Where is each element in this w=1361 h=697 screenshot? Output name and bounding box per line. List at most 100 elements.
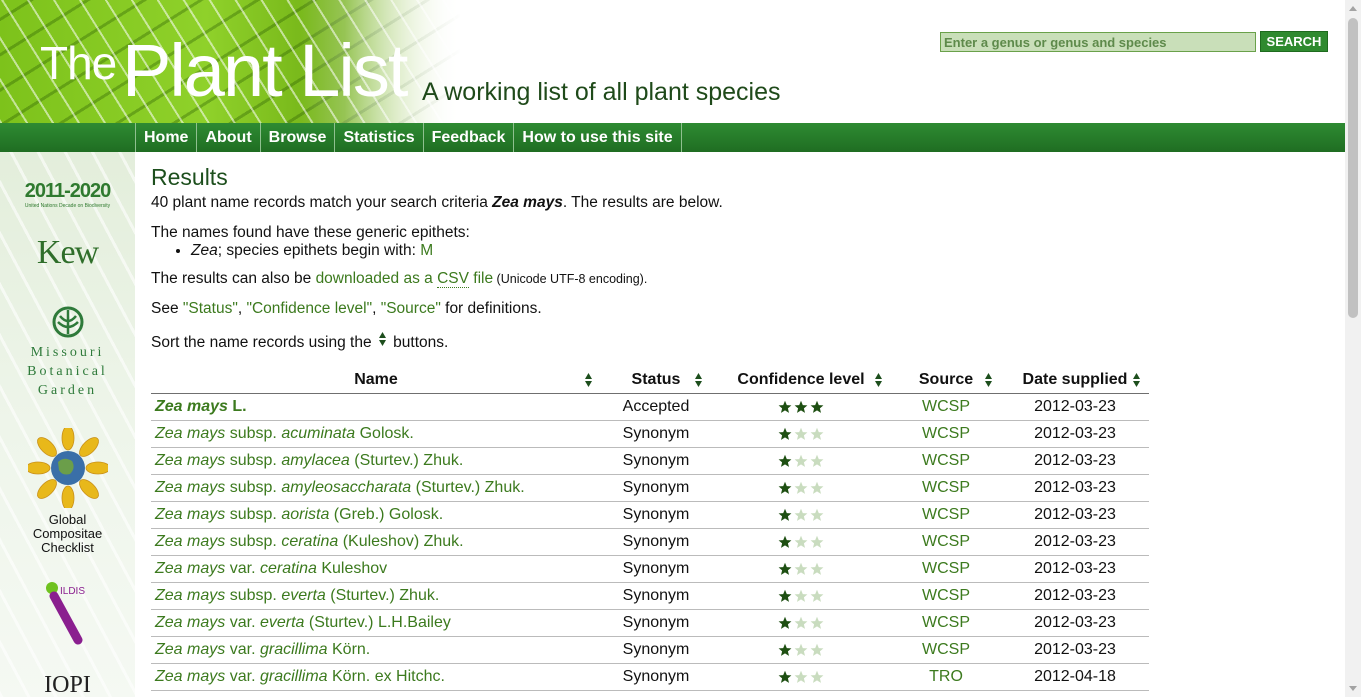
- source-link[interactable]: WCSP: [922, 560, 970, 577]
- table-row: Zea mays subsp. acuminata Golosk. Synonym…: [151, 420, 1149, 448]
- cell-status: Synonym: [601, 663, 711, 691]
- plant-name-link[interactable]: Zea mays subsp. acuminata Golosk.: [155, 425, 414, 442]
- star-empty-icon: [810, 670, 824, 683]
- csv-abbr: CSV: [437, 270, 469, 288]
- name-author: Kuleshov: [321, 560, 388, 577]
- name-genus: Zea: [155, 560, 183, 577]
- star-filled-icon: [778, 589, 792, 602]
- source-link[interactable]: WCSP: [922, 479, 970, 496]
- table-row: Zea mays var. gracillima Körn. ex Hitchc…: [151, 663, 1149, 691]
- scroll-up-arrow-icon[interactable]: [1349, 6, 1357, 11]
- cell-source: WCSP: [891, 447, 1001, 475]
- ildis-logo[interactable]: ILDIS: [0, 580, 135, 655]
- plant-name-link[interactable]: Zea mays var. ceratina Kuleshov: [155, 560, 387, 577]
- name-author: (Sturtev.) Zhuk.: [415, 479, 525, 496]
- star-empty-icon: [810, 454, 824, 467]
- kew-logo[interactable]: Kew: [0, 234, 135, 272]
- name-rank: subsp.: [229, 452, 277, 469]
- cell-confidence: [711, 501, 891, 529]
- scrollbar-thumb[interactable]: [1348, 18, 1358, 318]
- star-filled-icon: [778, 643, 792, 656]
- main-content: Results 40 plant name records match your…: [151, 163, 1151, 354]
- source-link[interactable]: WCSP: [922, 641, 970, 658]
- sort-source-icon[interactable]: [984, 372, 993, 388]
- page-scrollbar[interactable]: [1345, 0, 1361, 697]
- name-genus: Zea: [155, 533, 183, 550]
- plant-name-link[interactable]: Zea mays var. gracillima Körn. ex Hitchc…: [155, 668, 445, 685]
- download-text: The results can also be downloaded as a …: [151, 268, 1151, 290]
- source-link[interactable]: WCSP: [922, 425, 970, 442]
- source-link[interactable]: WCSP: [922, 452, 970, 469]
- ildis-emblem-icon: ILDIS: [45, 582, 85, 645]
- nav-statistics[interactable]: Statistics: [335, 123, 424, 152]
- scroll-down-arrow-icon[interactable]: [1349, 686, 1357, 691]
- logo-the[interactable]: The: [40, 36, 117, 90]
- undb-logo-text: 2011-2020: [24, 180, 112, 202]
- name-author: L.: [232, 398, 247, 415]
- plant-name-link[interactable]: Zea mays subsp. ceratina (Kuleshov) Zhuk…: [155, 533, 464, 550]
- plant-name-link[interactable]: Zea mays subsp. amylacea (Sturtev.) Zhuk…: [155, 452, 463, 469]
- tagline: A working list of all plant species: [422, 78, 781, 106]
- mbg-line-3: Garden: [37, 383, 98, 398]
- download-link-text-b: file: [468, 270, 494, 287]
- nav-about[interactable]: About: [197, 123, 261, 152]
- name-species: mays: [187, 452, 226, 469]
- source-link[interactable]: WCSP: [922, 587, 970, 604]
- global-compositae-checklist-logo[interactable]: Global Compositae Checklist: [0, 425, 135, 555]
- cell-source: TRO: [891, 663, 1001, 691]
- count-prefix: 40 plant name records match your search …: [151, 194, 493, 211]
- plant-name-link[interactable]: Zea mays var. gracillima Körn.: [155, 641, 370, 658]
- sort-name-icon[interactable]: [584, 372, 593, 388]
- plant-name-link[interactable]: Zea mays subsp. everta (Sturtev.) Zhuk.: [155, 587, 439, 604]
- nav-feedback[interactable]: Feedback: [424, 123, 515, 152]
- name-rank: subsp.: [229, 479, 277, 496]
- iopi-logo[interactable]: IOPI: [0, 672, 135, 697]
- sort-date-icon[interactable]: [1132, 372, 1141, 388]
- confidence-definition-link[interactable]: "Confidence level": [246, 300, 372, 317]
- nav-how-to-use[interactable]: How to use this site: [514, 123, 682, 152]
- sort-confidence-icon[interactable]: [874, 372, 883, 388]
- nav-home[interactable]: Home: [136, 123, 198, 152]
- star-empty-icon: [794, 481, 808, 494]
- name-infraspecific: gracillima: [259, 641, 328, 658]
- plant-name-link[interactable]: Zea mays subsp. amyleosaccharata (Sturte…: [155, 479, 525, 496]
- gcc-line-2: Compositae: [32, 526, 103, 541]
- source-link[interactable]: WCSP: [922, 506, 970, 523]
- nav-browse[interactable]: Browse: [261, 123, 336, 152]
- cell-date: 2012-04-18: [1001, 663, 1149, 691]
- search-input[interactable]: [940, 32, 1256, 52]
- status-definition-link[interactable]: "Status": [183, 300, 238, 317]
- cell-date: 2012-03-23: [1001, 393, 1149, 421]
- name-infraspecific: amyleosaccharata: [281, 479, 412, 496]
- plant-name-link[interactable]: Zea mays subsp. aorista (Greb.) Golosk.: [155, 506, 443, 523]
- star-empty-icon: [794, 535, 808, 548]
- plant-name-link[interactable]: Zea mays var. everta (Sturtev.) L.H.Bail…: [155, 614, 451, 631]
- column-header-label: Confidence level: [737, 370, 865, 388]
- count-suffix: . The results are below.: [562, 194, 723, 211]
- cell-date: 2012-03-23: [1001, 528, 1149, 556]
- search-button[interactable]: SEARCH: [1260, 31, 1328, 52]
- name-species: mays: [187, 425, 226, 442]
- see-suffix: for definitions.: [440, 300, 542, 317]
- name-infraspecific: acuminata: [281, 425, 356, 442]
- confidence-stars: [777, 508, 825, 522]
- species-letter-link[interactable]: M: [420, 242, 433, 259]
- source-link[interactable]: WCSP: [922, 533, 970, 550]
- cell-date: 2012-03-23: [1001, 474, 1149, 502]
- cell-status: Synonym: [601, 609, 711, 637]
- cell-date: 2012-03-23: [1001, 447, 1149, 475]
- download-csv-link[interactable]: downloaded as a CSV file: [316, 270, 494, 288]
- source-definition-link[interactable]: "Source": [381, 300, 441, 317]
- sort-status-icon[interactable]: [694, 372, 703, 388]
- source-link[interactable]: WCSP: [922, 398, 970, 415]
- name-author: Körn.: [332, 641, 371, 658]
- source-link[interactable]: TRO: [929, 668, 963, 685]
- undb-logo[interactable]: 2011-2020 United Nations Decade on Biodi…: [0, 180, 135, 209]
- confidence-stars: [777, 616, 825, 630]
- mbg-emblem-icon: [52, 306, 83, 338]
- missouri-botanical-garden-logo[interactable]: Missouri Botanical Garden: [0, 304, 135, 400]
- logo-plant-list[interactable]: Plant List: [122, 34, 408, 108]
- name-genus: Zea: [155, 587, 183, 604]
- plant-name-link[interactable]: Zea mays L.: [155, 398, 247, 415]
- source-link[interactable]: WCSP: [922, 614, 970, 631]
